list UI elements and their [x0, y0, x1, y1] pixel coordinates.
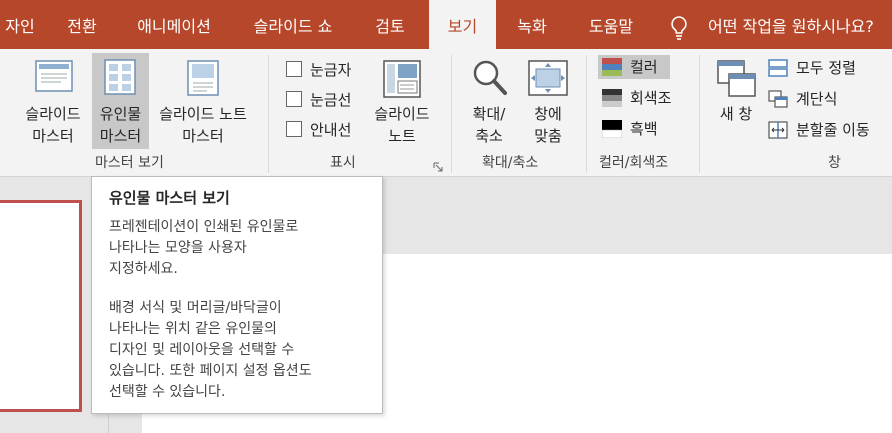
black-white-swatch-icon [602, 120, 622, 138]
slide-thumbnail[interactable] [0, 200, 82, 412]
fit-to-window-label: 창에 맞춤 [534, 105, 562, 145]
tooltip-description-2: 배경 서식 및 머리글/바닥글이 나타나는 위치 같은 유인물의 디자인 및 레… [109, 300, 312, 400]
fit-to-window-icon [528, 60, 568, 96]
black-white-button[interactable]: 흑백 [598, 117, 670, 141]
notes-pane-button[interactable]: 슬라이드 노트 [367, 54, 437, 148]
zoom-label: 확대/ 축소 [472, 105, 506, 145]
tab-review[interactable]: 검토 [364, 0, 416, 49]
arrange-all-icon [768, 59, 788, 77]
black-white-label: 흑백 [630, 120, 658, 138]
move-split-icon [768, 121, 788, 139]
arrange-all-label: 모두 정렬 [796, 59, 856, 77]
tab-record[interactable]: 녹화 [506, 0, 558, 49]
color-swatch-icon [602, 58, 622, 76]
cascade-icon [768, 90, 788, 108]
guides-check-box[interactable] [286, 121, 302, 137]
lightbulb-icon [671, 16, 687, 40]
gridlines-label: 눈금선 [310, 91, 352, 109]
guides-label: 안내선 [310, 121, 352, 139]
ruler-check-box[interactable] [286, 61, 302, 77]
tell-me-text: 어떤 작업을 원하시나요? [708, 17, 874, 36]
cascade-label: 계단식 [796, 90, 838, 108]
move-split-label: 분할줄 이동 [796, 121, 870, 139]
group-label-window: 창 [828, 155, 841, 171]
slide-master-button[interactable]: 슬라이드 마스터 [15, 54, 91, 148]
group-divider [699, 55, 700, 173]
handout-master-button[interactable]: 유인물 마스터 [92, 53, 149, 149]
new-window-icon [717, 60, 756, 97]
color-label: 컬러 [630, 58, 658, 76]
grayscale-swatch-icon [602, 89, 622, 107]
zoom-button[interactable]: 확대/ 축소 [460, 54, 518, 148]
tooltip-description-1: 프레젠테이션이 인쇄된 유인물로 나타나는 모양을 사용자 지정하세요. [109, 219, 299, 277]
grayscale-label: 회색조 [630, 89, 672, 107]
tab-view[interactable]: 보기 [429, 0, 496, 49]
notes-master-button[interactable]: 슬라이드 노트 마스터 [150, 54, 256, 148]
slide-master-icon [35, 60, 73, 92]
ruler-checkbox[interactable]: 눈금자 [286, 59, 351, 81]
tab-design[interactable]: 자인 [0, 0, 40, 49]
group-divider [451, 55, 452, 173]
tell-me-search[interactable]: 어떤 작업을 원하시나요? [668, 0, 892, 49]
tab-animations[interactable]: 애니메이션 [126, 0, 222, 49]
notes-pane-icon [383, 60, 421, 98]
new-window-label: 새 창 [719, 105, 753, 123]
tab-slideshow[interactable]: 슬라이드 쇼 [238, 0, 348, 49]
new-window-button[interactable]: 새 창 [708, 54, 764, 148]
ruler-label: 눈금자 [310, 61, 352, 79]
guides-checkbox[interactable]: 안내선 [286, 119, 351, 141]
dialog-launcher-icon[interactable] [433, 157, 443, 172]
group-divider [268, 55, 269, 173]
magnifier-icon [473, 60, 507, 95]
group-label-zoom: 확대/축소 [482, 155, 539, 171]
group-label-master-views: 마스터 보기 [95, 155, 164, 171]
ribbon-tab-bar: 자인 전환 애니메이션 슬라이드 쇼 검토 보기 녹화 도움말 어떤 작업을 원… [0, 0, 892, 49]
group-label-color: 컬러/회색조 [599, 155, 669, 171]
grayscale-button[interactable]: 회색조 [598, 86, 680, 110]
slide-master-label: 슬라이드 마스터 [25, 105, 81, 145]
tooltip-title: 유인물 마스터 보기 [109, 189, 230, 207]
color-button[interactable]: 컬러 [598, 55, 670, 79]
notes-master-label: 슬라이드 노트 마스터 [159, 105, 247, 145]
fit-to-window-button[interactable]: 창에 맞춤 [520, 54, 576, 148]
notes-pane-label: 슬라이드 노트 [374, 105, 430, 145]
ribbon-view: 슬라이드 마스터 유인물 마스터 슬라이드 노트 마스터 마스터 보기 눈금자 … [0, 49, 892, 177]
tab-help[interactable]: 도움말 [576, 0, 646, 49]
tab-transitions[interactable]: 전환 [56, 0, 108, 49]
gridlines-check-box[interactable] [286, 91, 302, 107]
notes-master-icon [187, 60, 219, 96]
handout-master-label: 유인물 마스터 [99, 105, 142, 145]
tooltip-handout-master: 유인물 마스터 보기 프레젠테이션이 인쇄된 유인물로 나타나는 모양을 사용자… [91, 176, 383, 414]
group-divider [586, 55, 587, 173]
handout-master-icon [104, 59, 136, 95]
group-label-show: 표시 [330, 155, 356, 171]
gridlines-checkbox[interactable]: 눈금선 [286, 89, 351, 111]
